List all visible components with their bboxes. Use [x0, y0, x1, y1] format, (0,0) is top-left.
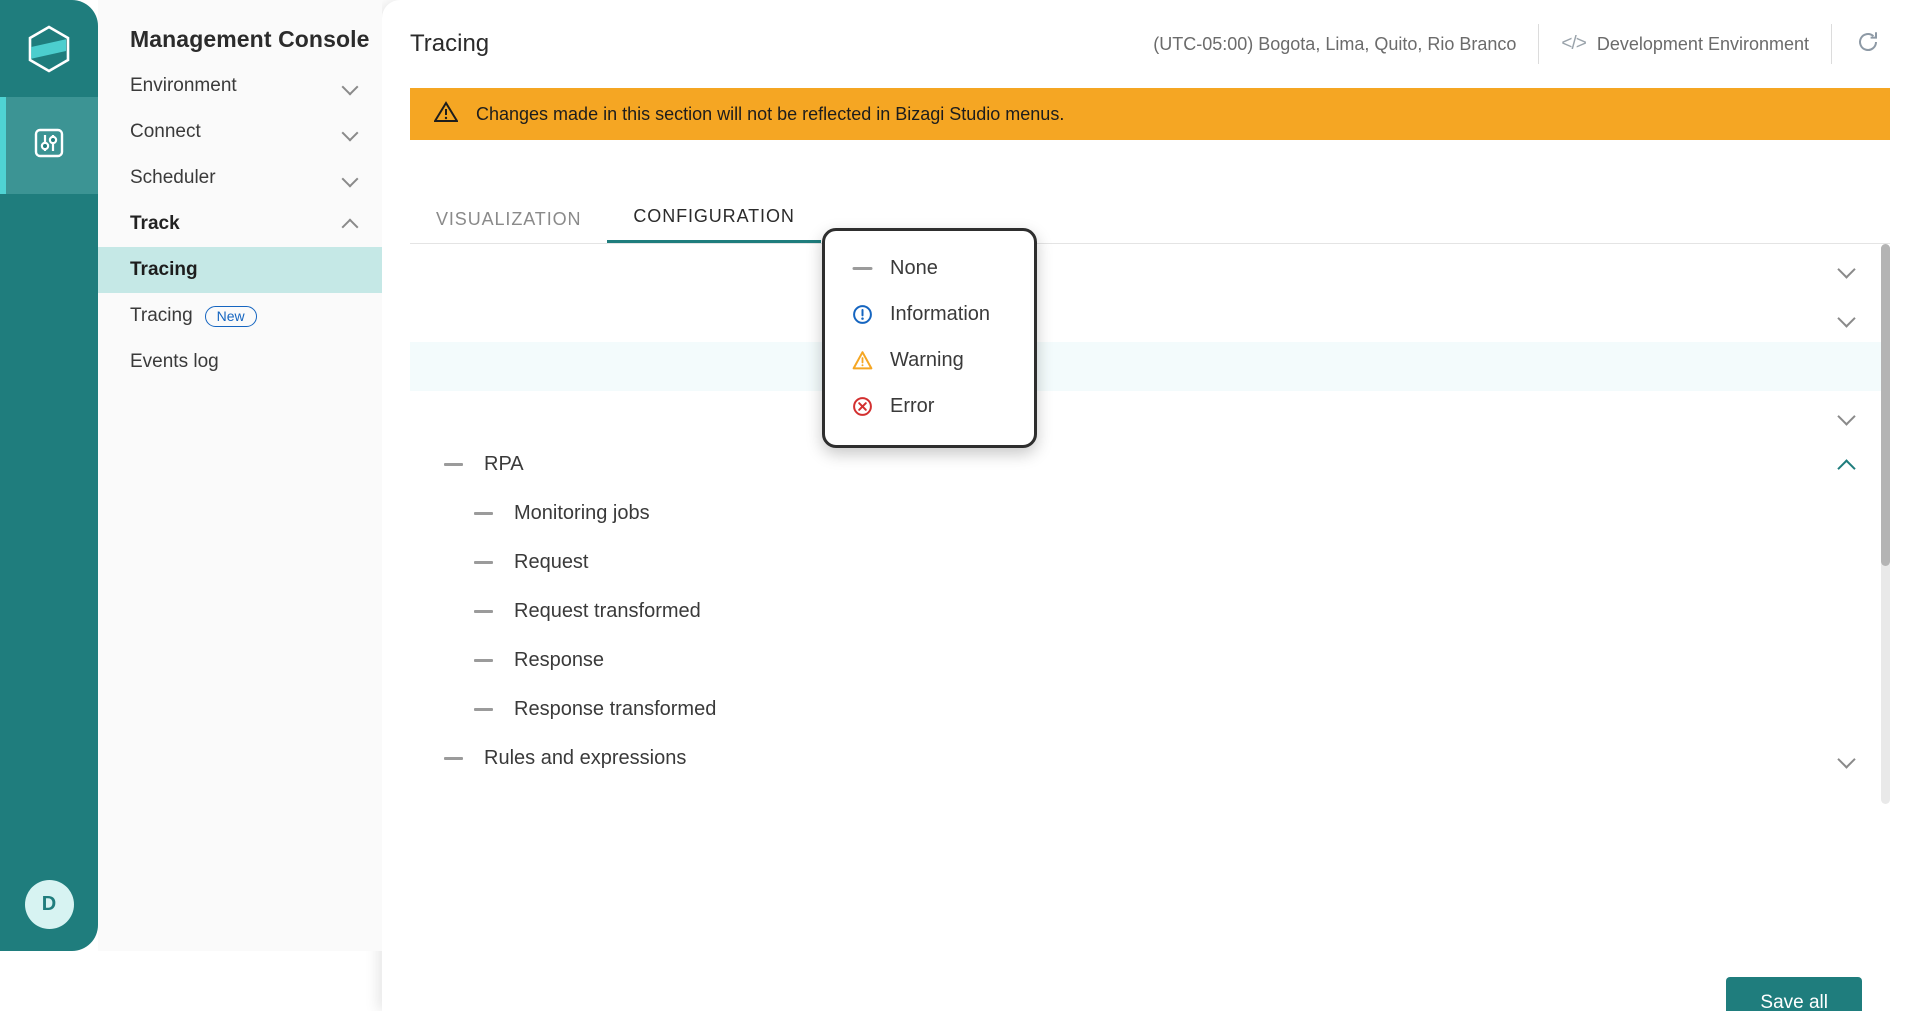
dropdown-item-warning[interactable]: Warning [825, 337, 1034, 383]
tree-row[interactable]: RPA [410, 440, 1890, 489]
sidebar: Management Console Environment Connect S… [98, 0, 382, 951]
tree-row[interactable] [410, 244, 1890, 293]
tree-row-label: Response transformed [514, 698, 716, 721]
sidebar-item-label: Events log [130, 351, 219, 373]
tab-bar: VISUALIZATION CONFIGURATION [410, 196, 1890, 244]
save-bar: Save all [382, 911, 1908, 1011]
sidebar-group-label: Track [130, 213, 180, 235]
status-badge: New [205, 306, 257, 327]
error-circle-icon [852, 396, 873, 417]
dropdown-item-label: None [890, 257, 938, 280]
rail-item-management-console[interactable] [0, 97, 98, 194]
sidebar-group-environment[interactable]: Environment [98, 63, 382, 109]
severity-dropdown-menu[interactable]: None Information Warning Error [822, 228, 1037, 448]
tree-row-label: Response [514, 649, 604, 672]
sidebar-group-label: Scheduler [130, 167, 216, 189]
tree-row[interactable] [410, 391, 1890, 440]
refresh-icon [1855, 29, 1881, 60]
topbar: Tracing (UTC-05:00) Bogota, Lima, Quito,… [382, 0, 1908, 88]
dropdown-item-label: Error [890, 395, 934, 418]
dropdown-items-container: None Information Warning Error [825, 245, 1034, 429]
chevron-down-icon[interactable] [1838, 750, 1856, 768]
tree-row-label: Rules and expressions [484, 747, 686, 770]
sidebar-item-events-log[interactable]: Events log [98, 339, 382, 385]
dash-icon [474, 561, 493, 564]
chevron-up-icon [342, 215, 360, 233]
tree-row[interactable]: Response [410, 636, 1890, 685]
warning-triangle-icon [434, 101, 458, 128]
chevron-down-icon [342, 123, 360, 141]
page-title: Tracing [410, 30, 489, 58]
sidebar-group-connect[interactable]: Connect [98, 109, 382, 155]
dash-icon [852, 258, 873, 279]
chevron-down-icon[interactable] [1838, 407, 1856, 425]
tab-configuration[interactable]: CONFIGURATION [607, 196, 820, 243]
tree-row[interactable]: Request transformed [410, 587, 1890, 636]
dash-icon [474, 708, 493, 711]
sidebar-title: Management Console [98, 0, 382, 63]
chevron-down-icon [342, 169, 360, 187]
sidebar-item-label: Tracing [130, 259, 198, 281]
sliders-icon [31, 125, 67, 166]
environment-label: Development Environment [1597, 34, 1809, 55]
timezone-label: (UTC-05:00) Bogota, Lima, Quito, Rio Bra… [1153, 34, 1538, 55]
tree-row-label: RPA [484, 453, 524, 476]
environment-selector[interactable]: </> Development Environment [1539, 33, 1831, 55]
refresh-button[interactable] [1846, 22, 1890, 66]
main-panel: Tracing (UTC-05:00) Bogota, Lima, Quito,… [382, 0, 1908, 1011]
avatar-initial: D [25, 880, 74, 929]
chevron-down-icon [342, 77, 360, 95]
sidebar-group-label: Connect [130, 121, 201, 143]
dash-icon [474, 512, 493, 515]
sidebar-group-scheduler[interactable]: Scheduler [98, 155, 382, 201]
tree-row[interactable]: Request [410, 538, 1890, 587]
sidebar-group-track[interactable]: Track [98, 201, 382, 247]
tab-visualization[interactable]: VISUALIZATION [410, 199, 607, 243]
topbar-right: (UTC-05:00) Bogota, Lima, Quito, Rio Bra… [1153, 22, 1890, 66]
tree-rows-container: RPA Monitoring jobs Request Request transfo… [410, 244, 1890, 783]
tree-row[interactable] [410, 293, 1890, 342]
scrollbar-thumb[interactable] [1881, 244, 1890, 566]
sidebar-item-tracing[interactable]: Tracing [98, 247, 382, 293]
divider [1831, 24, 1832, 64]
dash-icon [474, 610, 493, 613]
warning-banner-text: Changes made in this section will not be… [476, 104, 1064, 125]
avatar[interactable]: D [0, 880, 98, 929]
dropdown-item-information[interactable]: Information [825, 291, 1034, 337]
app-root: D Management Console Environment Connect… [0, 0, 1908, 1011]
code-brackets-icon: </> [1561, 33, 1585, 55]
chevron-down-icon[interactable] [1838, 309, 1856, 327]
sidebar-group-label: Environment [130, 75, 237, 97]
chevron-down-icon[interactable] [1838, 260, 1856, 278]
dropdown-item-error[interactable]: Error [825, 383, 1034, 429]
tree-row-label: Request [514, 551, 589, 574]
tree-row[interactable]: Rules and expressions [410, 734, 1890, 783]
warning-triangle-icon [852, 350, 873, 371]
tree-row[interactable]: Monitoring jobs [410, 489, 1890, 538]
tree-row[interactable] [410, 342, 1890, 391]
tree-row-label: Request transformed [514, 600, 701, 623]
chevron-up-icon[interactable] [1838, 456, 1856, 474]
sidebar-item-label: Tracing [130, 305, 193, 327]
dash-icon [474, 659, 493, 662]
dropdown-item-none[interactable]: None [825, 245, 1034, 291]
dash-icon [444, 463, 463, 466]
dash-icon [444, 757, 463, 760]
warning-banner: Changes made in this section will not be… [410, 88, 1890, 140]
save-all-button[interactable]: Save all [1726, 977, 1862, 1011]
tracing-tree: RPA Monitoring jobs Request Request transfo… [410, 244, 1890, 804]
sidebar-item-tracing-new[interactable]: Tracing New [98, 293, 382, 339]
dropdown-item-label: Warning [890, 349, 964, 372]
dropdown-item-label: Information [890, 303, 990, 326]
tree-row-label: Monitoring jobs [514, 502, 650, 525]
info-circle-icon [852, 304, 873, 325]
app-logo [0, 0, 98, 97]
tree-row[interactable]: Response transformed [410, 685, 1890, 734]
icon-rail: D [0, 0, 98, 951]
scrollbar[interactable] [1881, 244, 1890, 804]
